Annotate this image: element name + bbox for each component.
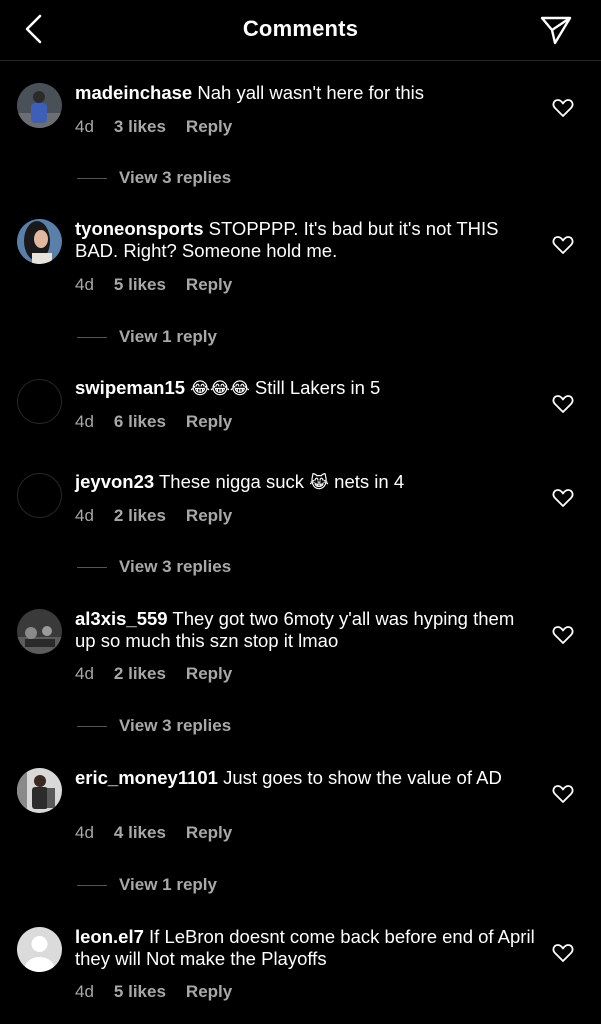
- heart-outline-icon[interactable]: [552, 394, 574, 414]
- comment-time: 4d: [75, 823, 94, 842]
- avatar[interactable]: [17, 473, 62, 518]
- reply-button[interactable]: Reply: [186, 982, 232, 1002]
- comment-body: These nigga suck: [159, 471, 305, 492]
- view-replies-button[interactable]: View 1 reply: [77, 327, 217, 347]
- paper-plane-icon: [540, 16, 572, 45]
- comment-time: 4d: [75, 982, 94, 1001]
- comment-text: leon.el7 If LeBron doesnt come back befo…: [75, 926, 535, 970]
- heart-outline-icon[interactable]: [552, 488, 574, 508]
- divider-line: [77, 885, 107, 887]
- comment-likes[interactable]: 4 likes: [114, 823, 166, 843]
- heart-outline-icon[interactable]: [552, 625, 574, 645]
- share-button[interactable]: [538, 12, 574, 48]
- view-replies-label: View 3 replies: [119, 716, 232, 735]
- view-replies-button[interactable]: View 3 replies: [77, 716, 231, 736]
- view-replies-label: View 3 replies: [119, 557, 232, 576]
- reply-button[interactable]: Reply: [186, 117, 232, 137]
- reply-button[interactable]: Reply: [186, 412, 232, 432]
- reply-button[interactable]: Reply: [186, 823, 232, 843]
- comment-meta: 4d 5 likes Reply: [75, 275, 232, 295]
- crying-cat-emoji: 😹: [309, 473, 330, 492]
- comment-time: 4d: [75, 412, 94, 431]
- laughing-emoji: 😂😂😂: [190, 379, 250, 398]
- comment-time: 4d: [75, 506, 94, 525]
- comment-username[interactable]: madeinchase: [75, 82, 192, 103]
- view-replies-label: View 1 reply: [119, 875, 217, 894]
- avatar[interactable]: [17, 768, 62, 813]
- page-title: Comments: [242, 16, 359, 41]
- comment-username[interactable]: leon.el7: [75, 926, 144, 947]
- reply-button[interactable]: Reply: [186, 664, 232, 684]
- divider-line: [77, 337, 107, 339]
- comment-text: jeyvon23 These nigga suck 😹 nets in 4: [75, 471, 535, 494]
- comment-meta: 4d 4 likes Reply: [75, 823, 232, 843]
- heart-outline-icon[interactable]: [552, 784, 574, 804]
- comment-text: tyoneonsports STOPPPP. It's bad but it's…: [75, 218, 535, 262]
- comment-body: Nah yall wasn't here for this: [197, 82, 425, 103]
- comment-time: 4d: [75, 664, 94, 683]
- comment-meta: 4d 6 likes Reply: [75, 412, 232, 432]
- avatar[interactable]: [17, 379, 62, 424]
- heart-outline-icon[interactable]: [552, 235, 574, 255]
- comment-body: Still Lakers in 5: [254, 377, 381, 398]
- comment-body: If LeBron doesnt come back before end of…: [75, 926, 535, 969]
- comment-username[interactable]: eric_money1101: [75, 767, 218, 788]
- divider-line: [77, 178, 107, 180]
- comment-body: Just goes to show the value of AD: [223, 767, 502, 788]
- view-replies-label: View 3 replies: [119, 168, 232, 187]
- divider-line: [77, 726, 107, 728]
- comment-time: 4d: [75, 275, 94, 294]
- comment-meta: 4d 5 likes Reply: [75, 982, 232, 1002]
- header-bar: Comments: [0, 0, 601, 61]
- comment-text: swipeman15 😂😂😂 Still Lakers in 5: [75, 377, 535, 400]
- reply-button[interactable]: Reply: [186, 275, 232, 295]
- comment-likes[interactable]: 5 likes: [114, 982, 166, 1002]
- comment-likes[interactable]: 2 likes: [114, 506, 166, 526]
- comment-meta: 4d 3 likes Reply: [75, 117, 232, 137]
- comment-username[interactable]: jeyvon23: [75, 471, 154, 492]
- comment-username[interactable]: swipeman15: [75, 377, 185, 398]
- comment-likes[interactable]: 2 likes: [114, 664, 166, 684]
- avatar[interactable]: [17, 609, 62, 654]
- view-replies-button[interactable]: View 3 replies: [77, 557, 231, 577]
- comment-body-continued: nets in 4: [334, 471, 405, 492]
- reply-button[interactable]: Reply: [186, 506, 232, 526]
- comment-meta: 4d 2 likes Reply: [75, 664, 232, 684]
- divider-line: [77, 567, 107, 569]
- view-replies-label: View 1 reply: [119, 327, 217, 346]
- heart-outline-icon[interactable]: [552, 98, 574, 118]
- view-replies-button[interactable]: View 1 reply: [77, 875, 217, 895]
- comment-time: 4d: [75, 117, 94, 136]
- comment-username[interactable]: tyoneonsports: [75, 218, 203, 239]
- comment-username[interactable]: al3xis_559: [75, 608, 168, 629]
- comment-text: al3xis_559 They got two 6moty y'all was …: [75, 608, 535, 652]
- comment-likes[interactable]: 3 likes: [114, 117, 166, 137]
- avatar[interactable]: [17, 927, 62, 972]
- comment-text: eric_money1101 Just goes to show the val…: [75, 767, 535, 789]
- avatar[interactable]: [17, 83, 62, 128]
- avatar[interactable]: [17, 219, 62, 264]
- view-replies-button[interactable]: View 3 replies: [77, 168, 231, 188]
- comment-likes[interactable]: 5 likes: [114, 275, 166, 295]
- heart-outline-icon[interactable]: [552, 943, 574, 963]
- comment-likes[interactable]: 6 likes: [114, 412, 166, 432]
- comment-meta: 4d 2 likes Reply: [75, 506, 232, 526]
- comment-text: madeinchase Nah yall wasn't here for thi…: [75, 82, 535, 104]
